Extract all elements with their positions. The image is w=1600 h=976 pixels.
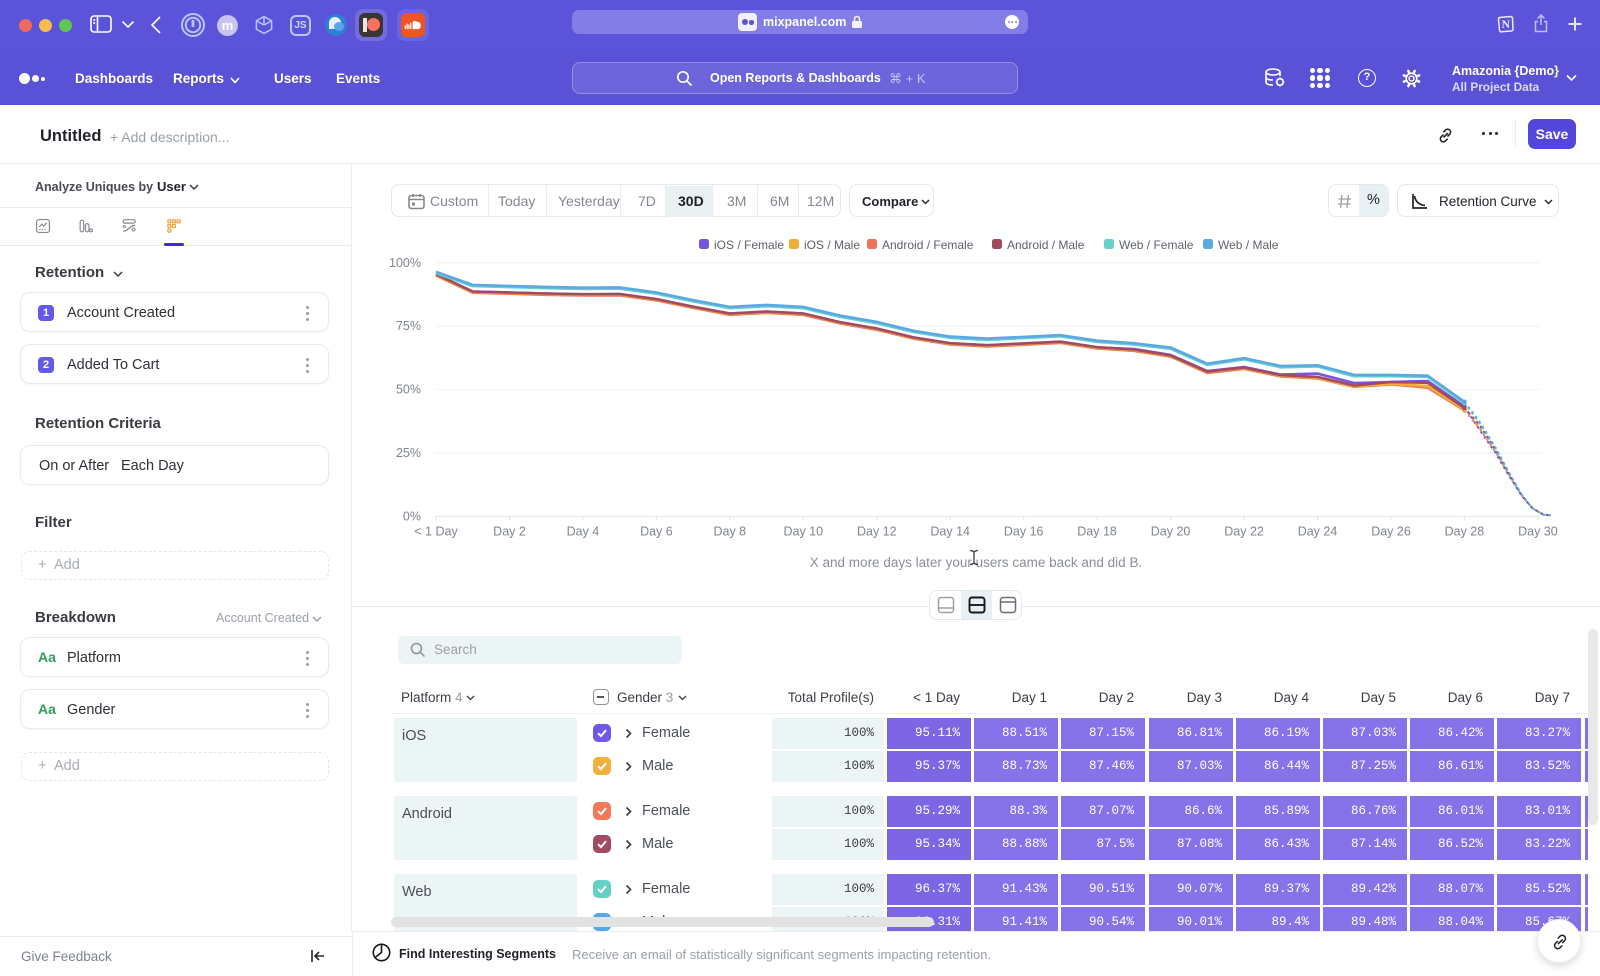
- svg-text:100%: 100%: [389, 256, 421, 270]
- svg-text:Day 22: Day 22: [1224, 524, 1264, 538]
- svg-text:25%: 25%: [396, 446, 421, 460]
- svg-text:Day 2: Day 2: [493, 524, 526, 538]
- svg-text:Day 18: Day 18: [1077, 524, 1117, 538]
- svg-text:75%: 75%: [396, 319, 421, 333]
- svg-text:Day 10: Day 10: [783, 524, 823, 538]
- svg-text:Day 30: Day 30: [1518, 524, 1558, 538]
- svg-text:Day 6: Day 6: [640, 524, 673, 538]
- svg-text:0%: 0%: [403, 509, 421, 523]
- svg-text:Day 26: Day 26: [1371, 524, 1411, 538]
- svg-text:Day 20: Day 20: [1151, 524, 1191, 538]
- svg-text:Day 8: Day 8: [713, 524, 746, 538]
- svg-text:Day 4: Day 4: [567, 524, 600, 538]
- svg-text:50%: 50%: [396, 383, 421, 397]
- svg-text:Day 24: Day 24: [1298, 524, 1338, 538]
- svg-text:< 1 Day: < 1 Day: [414, 524, 458, 538]
- svg-text:N: N: [1502, 19, 1511, 31]
- svg-text:Day 16: Day 16: [1004, 524, 1044, 538]
- svg-text:Day 14: Day 14: [930, 524, 970, 538]
- svg-text:Day 28: Day 28: [1445, 524, 1485, 538]
- svg-text:Day 12: Day 12: [857, 524, 897, 538]
